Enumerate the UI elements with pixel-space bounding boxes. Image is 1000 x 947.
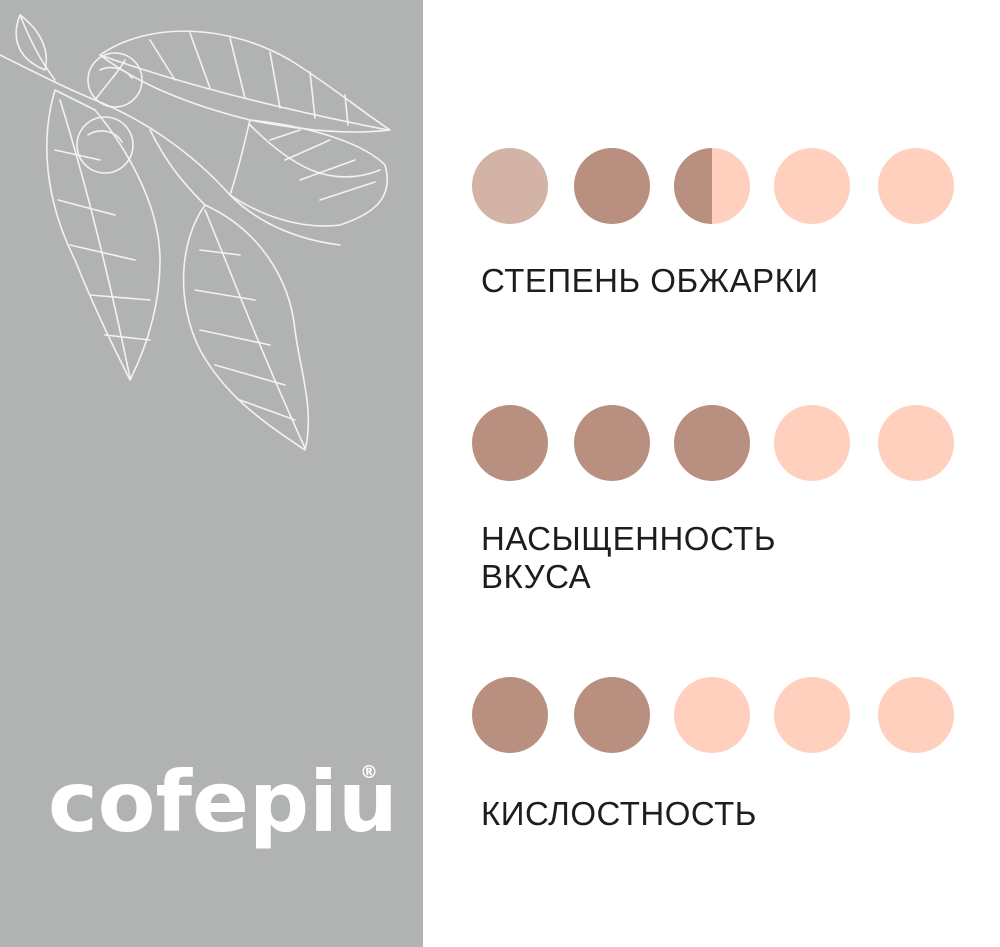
coffee-branch-illustration: [0, 14, 391, 451]
brand-panel: cofepiu ®: [0, 0, 423, 947]
rating-dot: [674, 148, 750, 224]
roast-level-label: СТЕПЕНЬ ОБЖАРКИ: [481, 262, 819, 299]
rating-dot: [674, 405, 750, 481]
rating-dot: [472, 148, 548, 224]
rating-dot-partial-fill: [674, 148, 712, 224]
rating-dot: [774, 677, 850, 753]
rating-dot: [878, 148, 954, 224]
brand-logo: cofepiu: [48, 753, 398, 851]
rating-dot: [574, 677, 650, 753]
flavor-intensity-label-line2: ВКУСА: [481, 558, 592, 595]
flavor-intensity-label: НАСЫЩЕННОСТЬ ВКУСА: [481, 520, 776, 596]
flavor-intensity-scale: [472, 405, 962, 481]
rating-dot: [674, 677, 750, 753]
acidity-label: КИСЛОСТНОСТЬ: [481, 795, 757, 832]
rating-dot: [574, 148, 650, 224]
rating-dot: [472, 405, 548, 481]
rating-dot: [574, 405, 650, 481]
flavor-intensity-label-line1: НАСЫЩЕННОСТЬ: [481, 520, 776, 557]
rating-dot: [774, 405, 850, 481]
rating-dot: [472, 677, 548, 753]
rating-dot: [878, 405, 954, 481]
rating-dot: [878, 677, 954, 753]
rating-dot: [774, 148, 850, 224]
acidity-scale: [472, 677, 962, 753]
roast-level-scale: [472, 148, 962, 224]
registered-mark: ®: [360, 762, 378, 783]
